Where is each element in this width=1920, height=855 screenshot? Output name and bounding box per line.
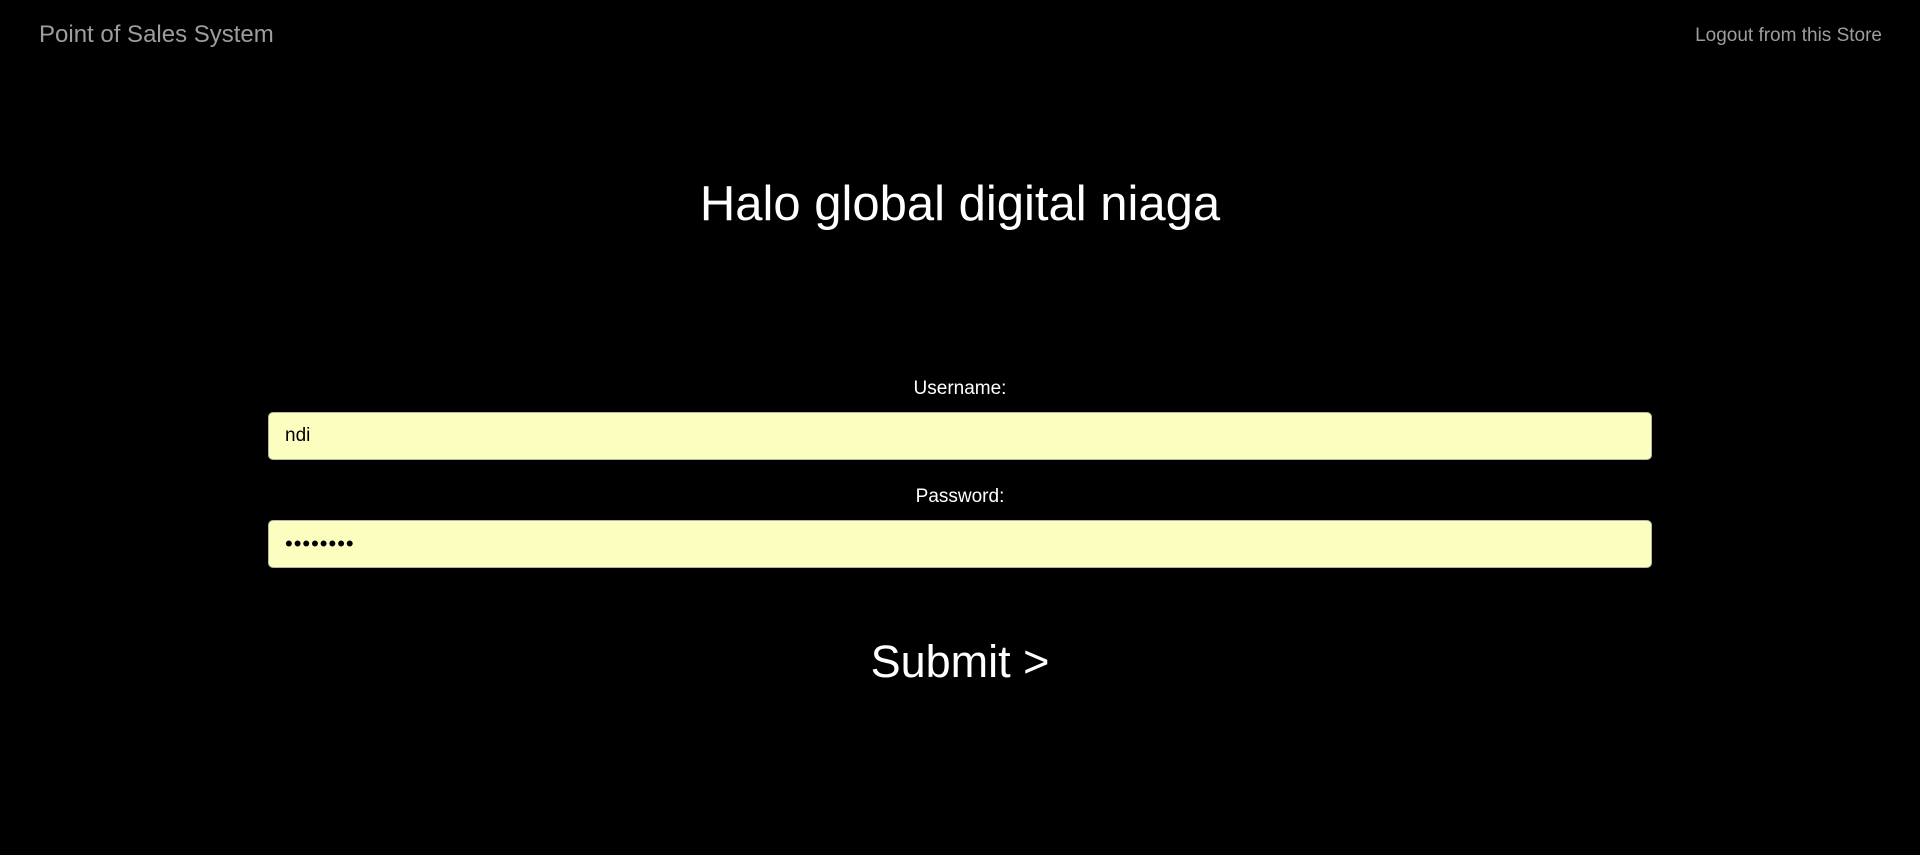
password-input[interactable]	[268, 520, 1652, 568]
username-label: Username:	[913, 378, 1007, 399]
navbar: Point of Sales System Logout from this S…	[0, 0, 1920, 70]
username-group: Username:	[268, 376, 1652, 460]
logout-link[interactable]: Logout from this Store	[1695, 23, 1882, 49]
password-group: Password:	[268, 484, 1652, 568]
username-input[interactable]	[268, 412, 1652, 460]
submit-button[interactable]: Submit >	[0, 632, 1920, 692]
password-label: Password:	[915, 486, 1005, 507]
login-form: Username: Password:	[268, 376, 1652, 568]
page-title: Halo global digital niaga	[699, 177, 1221, 231]
brand-link[interactable]: Point of Sales System	[39, 19, 274, 51]
